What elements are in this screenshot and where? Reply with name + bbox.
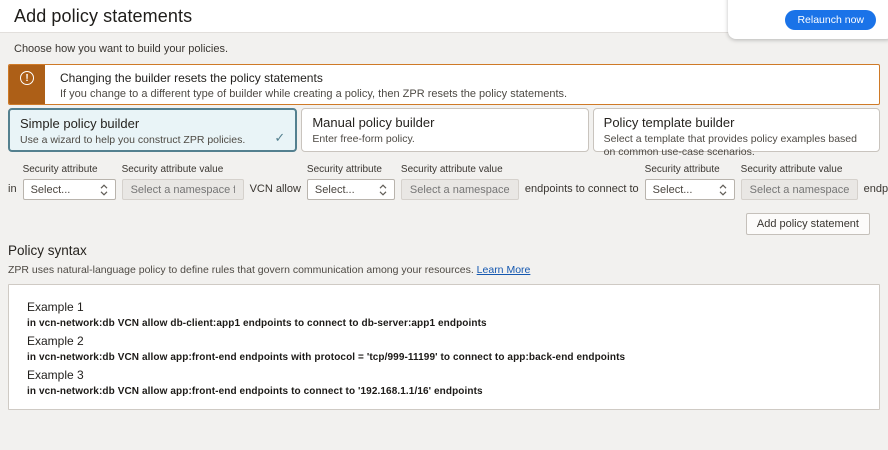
select-value: Select... — [653, 184, 693, 196]
security-attribute-label: Security attribute — [23, 164, 116, 175]
example-statement: in vcn-network:db VCN allow db-client:ap… — [27, 318, 861, 329]
page-title: Add policy statements — [14, 6, 192, 27]
select-updown-icon — [719, 184, 727, 196]
example-statement: in vcn-network:db VCN allow app:front-en… — [27, 352, 861, 363]
example-label: Example 2 — [27, 334, 861, 348]
chrome-relaunch-toast: relaunch Chrome to apply this update Rel… — [728, 0, 888, 39]
security-attribute-label: Security attribute — [307, 164, 395, 175]
example-label: Example 1 — [27, 300, 861, 314]
builder-cards: Simple policy builder Use a wizard to he… — [8, 108, 880, 152]
intro-text: Choose how you want to build your polici… — [14, 43, 880, 55]
select-value: Select... — [315, 184, 355, 196]
selected-check-icon: ✓ — [274, 130, 285, 146]
security-attribute-select-1[interactable]: Select... — [23, 179, 116, 200]
warning-icon: ! — [20, 71, 34, 85]
security-attribute-value-input-3[interactable] — [741, 179, 858, 200]
select-updown-icon — [379, 184, 387, 196]
warning-banner: ! Changing the builder resets the policy… — [8, 64, 880, 105]
security-attribute-value-input-2[interactable] — [401, 179, 519, 200]
card-description: Enter free-form policy. — [312, 133, 577, 146]
warning-title: Changing the builder resets the policy s… — [60, 71, 567, 85]
main-content: Choose how you want to build your polici… — [0, 33, 888, 410]
select-updown-icon — [100, 184, 108, 196]
security-attribute-value-input-1[interactable] — [122, 179, 244, 200]
policy-examples-box: Example 1 in vcn-network:db VCN allow db… — [8, 284, 880, 410]
endpoints-to-connect-to-text: endpoints to connect to — [525, 183, 639, 200]
warning-body: If you change to a different type of bui… — [60, 88, 567, 100]
card-description: Use a wizard to help you construct ZPR p… — [20, 134, 285, 147]
security-attribute-label: Security attribute — [645, 164, 735, 175]
policy-syntax-title: Policy syntax — [8, 243, 880, 258]
prefix-text: in — [8, 183, 17, 200]
card-description: Select a template that provides policy e… — [604, 133, 869, 159]
select-value: Select... — [31, 184, 71, 196]
add-policy-statement-button[interactable]: Add policy statement — [746, 213, 870, 235]
security-attribute-select-3[interactable]: Select... — [645, 179, 735, 200]
example-statement: in vcn-network:db VCN allow app:front-en… — [27, 386, 861, 397]
warning-accent-bar: ! — [9, 65, 45, 104]
vcn-allow-text: VCN allow — [250, 183, 301, 200]
card-manual-policy-builder[interactable]: Manual policy builder Enter free-form po… — [301, 108, 588, 152]
endpoints-text: endpoints — [864, 183, 888, 200]
card-title: Policy template builder — [604, 115, 869, 130]
card-title: Simple policy builder — [20, 116, 285, 131]
policy-statement-row: in Security attribute Select... Security… — [8, 164, 880, 200]
learn-more-link[interactable]: Learn More — [477, 264, 531, 276]
security-attribute-value-label: Security attribute value — [401, 164, 519, 175]
security-attribute-select-2[interactable]: Select... — [307, 179, 395, 200]
card-title: Manual policy builder — [312, 115, 577, 130]
example-label: Example 3 — [27, 368, 861, 382]
card-policy-template-builder[interactable]: Policy template builder Select a templat… — [593, 108, 880, 152]
policy-syntax-description: ZPR uses natural-language policy to defi… — [8, 264, 474, 276]
relaunch-now-button[interactable]: Relaunch now — [785, 10, 876, 30]
security-attribute-value-label: Security attribute value — [122, 164, 244, 175]
policy-syntax-section: Policy syntax ZPR uses natural-language … — [8, 243, 880, 410]
security-attribute-value-label: Security attribute value — [741, 164, 858, 175]
card-simple-policy-builder[interactable]: Simple policy builder Use a wizard to he… — [8, 108, 297, 152]
